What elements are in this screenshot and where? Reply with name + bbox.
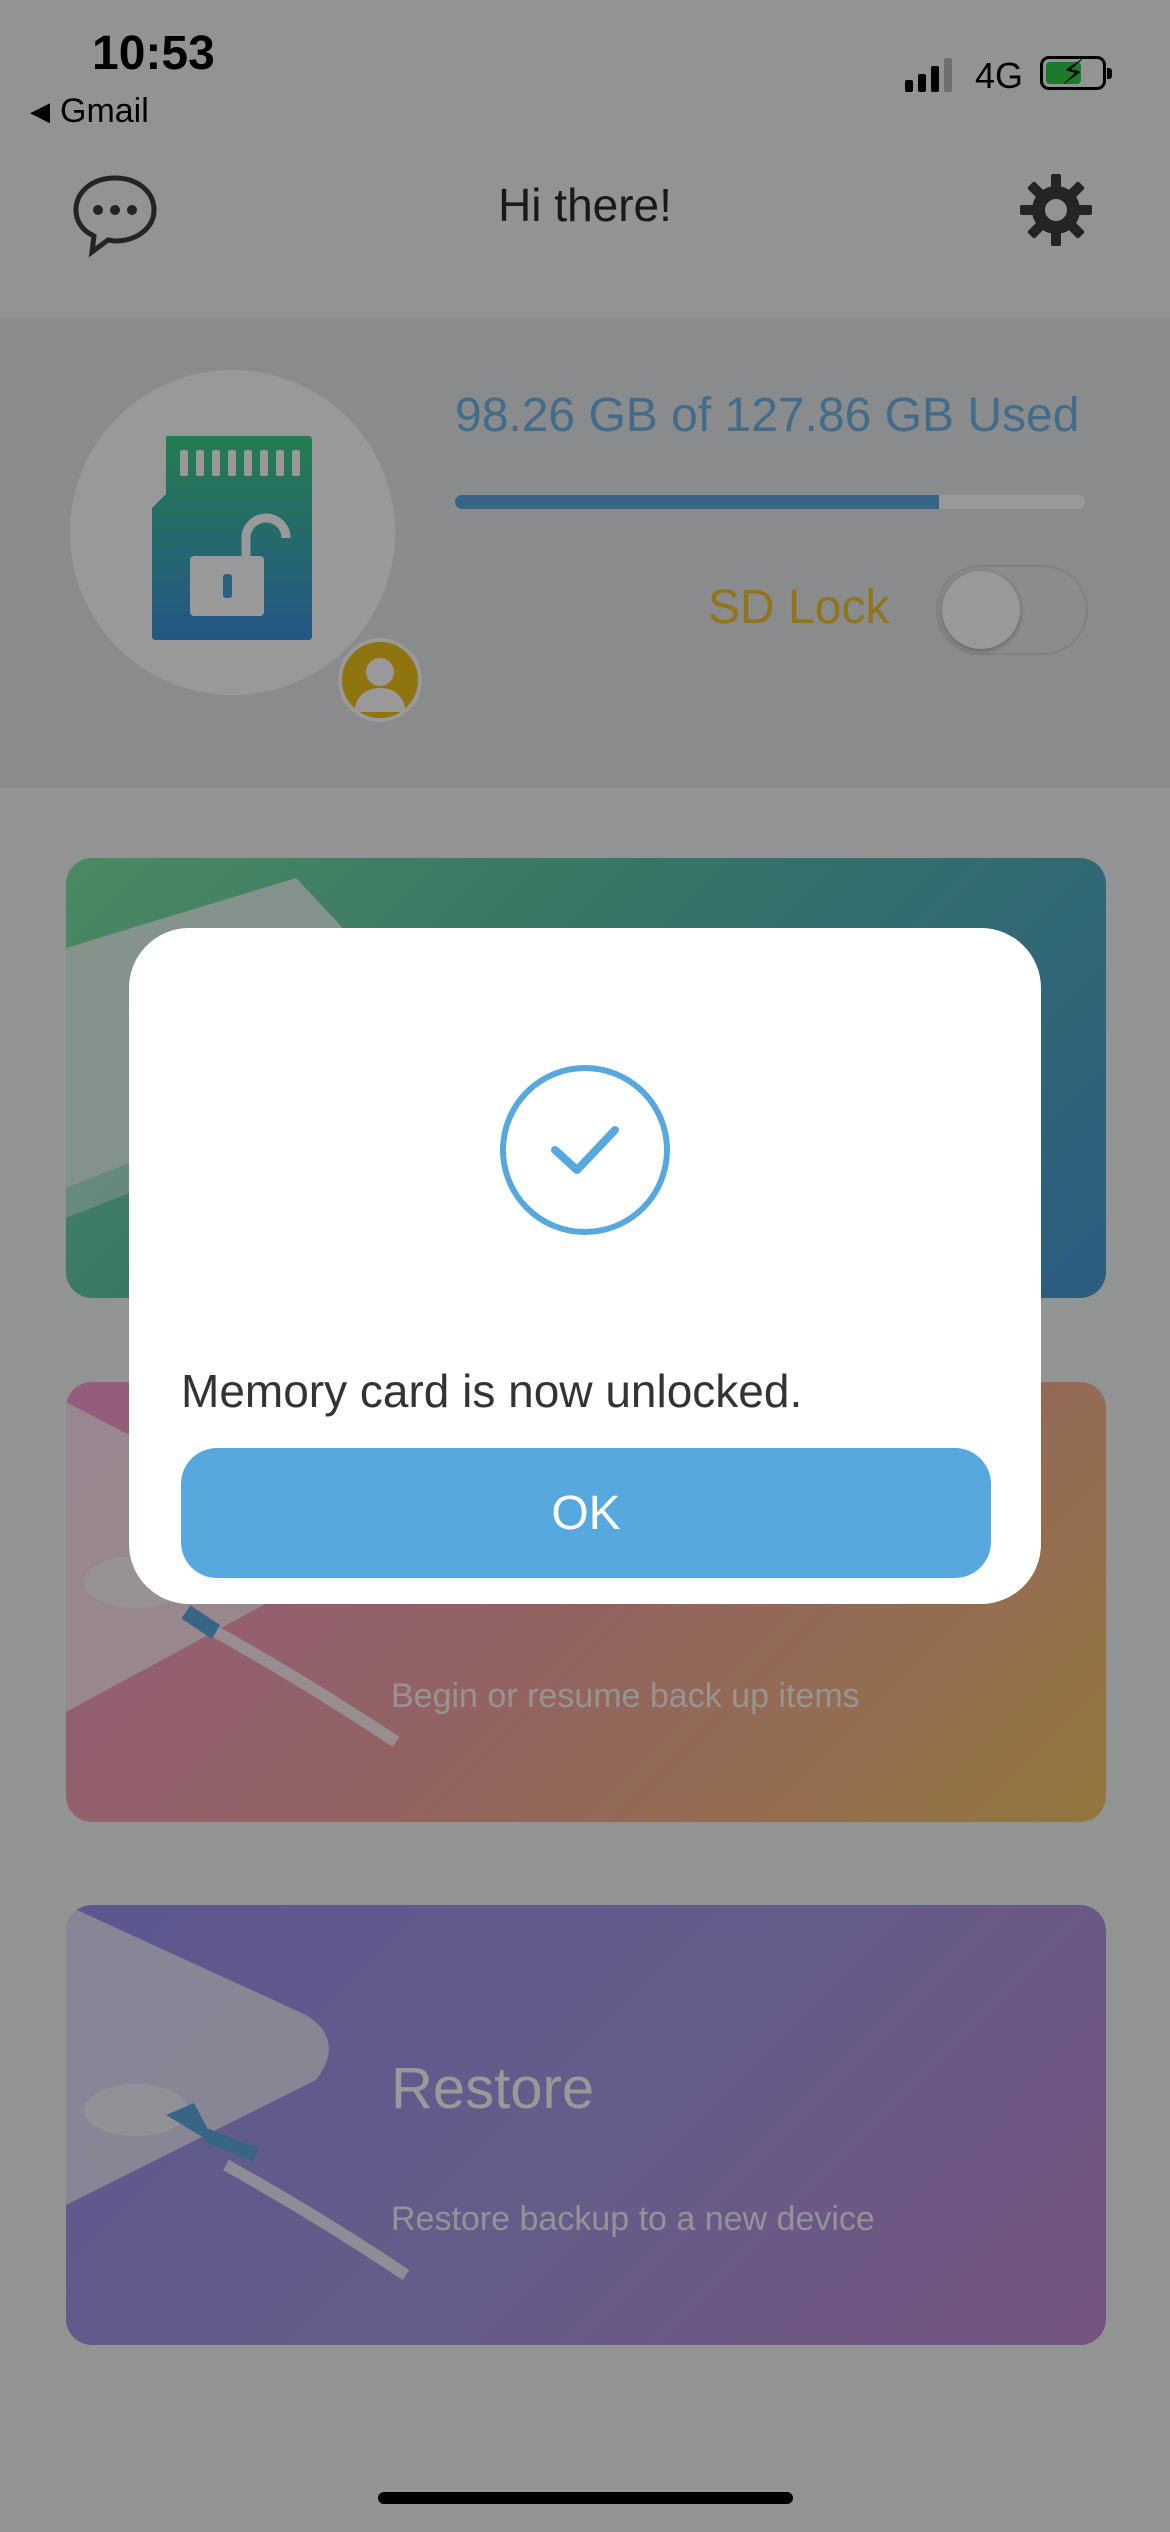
dialog-message: Memory card is now unlocked. — [181, 1365, 803, 1417]
checkmark-circle-icon — [500, 1065, 670, 1235]
unlock-success-dialog: Memory card is now unlocked. OK — [129, 928, 1041, 1604]
ok-button[interactable]: OK — [181, 1448, 991, 1578]
